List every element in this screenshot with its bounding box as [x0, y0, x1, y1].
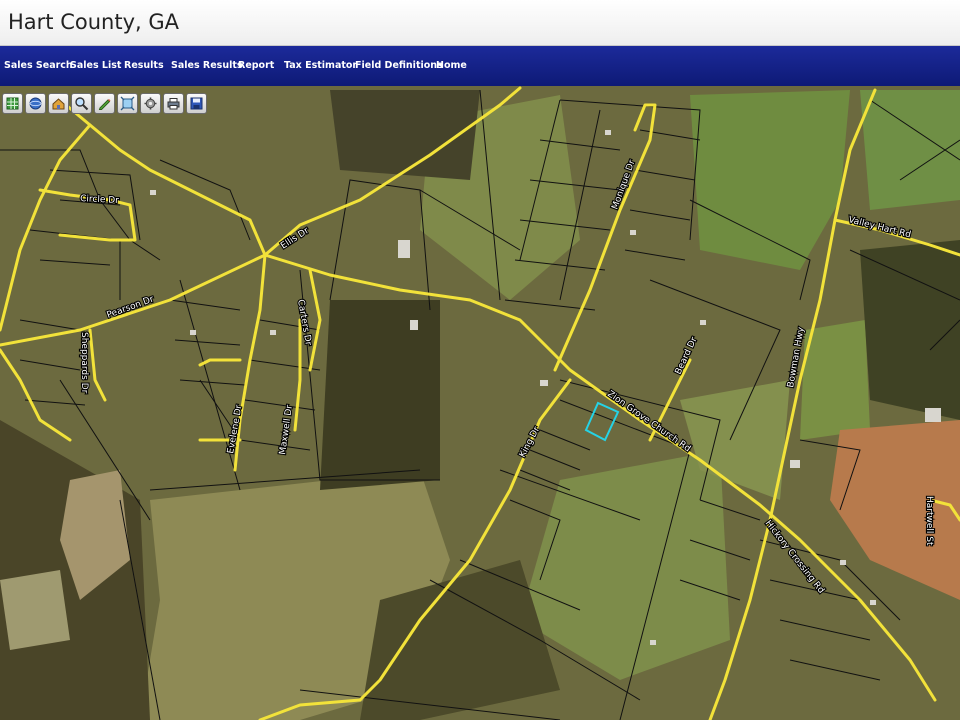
nav-home[interactable]: Home [436, 60, 467, 71]
parcel-identify-icon [52, 98, 65, 110]
measure-tool[interactable] [94, 93, 115, 114]
map-toolbar [2, 93, 207, 115]
print-icon [167, 98, 180, 110]
globe-tool[interactable] [25, 93, 46, 114]
layers-tool[interactable] [2, 93, 23, 114]
full-extent-tool[interactable] [117, 93, 138, 114]
app-header: Hart County, GA [0, 0, 960, 46]
layers-icon [6, 97, 19, 110]
globe-icon [29, 97, 42, 110]
save-icon [190, 97, 203, 110]
nav-results[interactable]: Results [124, 60, 164, 71]
full-extent-icon [120, 96, 135, 111]
settings-tool[interactable] [140, 93, 161, 114]
nav-report[interactable]: Report [238, 60, 274, 71]
road-label-sheppards-dr: Sheppards Dr [79, 332, 89, 394]
bare-ground [0, 570, 70, 650]
zoom-tool[interactable] [71, 93, 92, 114]
print-tool[interactable] [163, 93, 184, 114]
forest-area [320, 300, 440, 490]
page-title: Hart County, GA [8, 10, 179, 34]
road-label-circle-dr: Circle Dr [80, 194, 120, 206]
nav-sales-search[interactable]: Sales Search [4, 60, 73, 71]
map-view[interactable]: Circle Dr Ellis Dr Pearson Dr Carters Dr… [0, 86, 960, 720]
road-label-hartwell-st: Hartwell St [924, 496, 934, 546]
aerial-map[interactable]: Circle Dr Ellis Dr Pearson Dr Carters Dr… [0, 86, 960, 720]
zoom-icon [75, 97, 89, 111]
nav-sales-results[interactable]: Sales Results [171, 60, 243, 71]
nav-tax-estimator[interactable]: Tax Estimator [284, 60, 357, 71]
forest-area [860, 240, 960, 420]
nav-sales-list[interactable]: Sales List [70, 60, 121, 71]
settings-icon [144, 97, 157, 110]
save-tool[interactable] [186, 93, 207, 114]
nav-field-definitions[interactable]: Field Definitions [355, 60, 443, 71]
parcel-identify-tool[interactable] [48, 93, 69, 114]
measure-pencil-icon [98, 99, 111, 110]
main-nav: Sales Search Sales List Results Sales Re… [0, 46, 960, 86]
